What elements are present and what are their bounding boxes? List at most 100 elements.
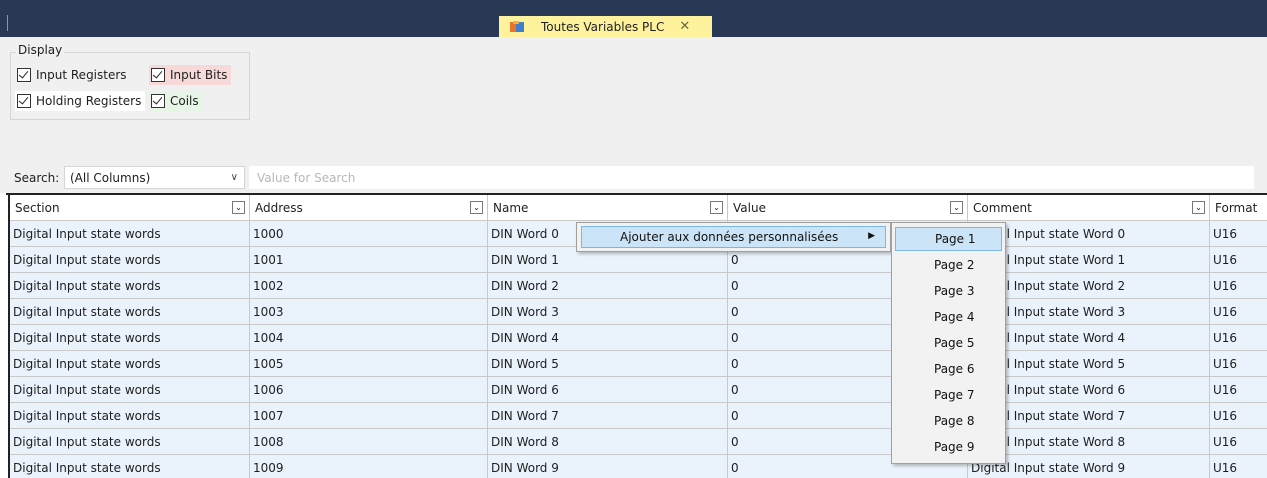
- checkbox-checked-icon[interactable]: [17, 68, 31, 82]
- checkbox-checked-icon[interactable]: [17, 94, 31, 108]
- cell-text: DIN Word 7: [491, 408, 559, 423]
- cell-address[interactable]: 1005: [250, 351, 488, 377]
- cell-section[interactable]: Digital Input state words: [10, 247, 250, 273]
- cell-name[interactable]: DIN Word 3: [488, 299, 728, 325]
- search-label: Search:: [14, 171, 60, 185]
- cell-text: DIN Word 3: [491, 304, 559, 319]
- cell-address[interactable]: 1002: [250, 273, 488, 299]
- submenu-item-page-6[interactable]: Page 6: [895, 357, 1002, 381]
- cell-format[interactable]: U16: [1210, 299, 1267, 325]
- cell-address[interactable]: 1008: [250, 429, 488, 455]
- cell-address[interactable]: 1009: [250, 455, 488, 478]
- submenu-item-page-4[interactable]: Page 4: [895, 305, 1002, 329]
- cell-text: DIN Word 4: [491, 330, 559, 345]
- checkbox-input-registers[interactable]: Input Registers: [15, 65, 131, 85]
- checkbox-input-bits[interactable]: Input Bits: [149, 65, 232, 85]
- cell-text: 1009: [253, 460, 284, 475]
- table-row[interactable]: Digital Input state words 1002 DIN Word 2 0…: [10, 273, 1267, 299]
- cell-text: 1005: [253, 356, 284, 371]
- table-row[interactable]: Digital Input state words 1007 DIN Word 7 0…: [10, 403, 1267, 429]
- cell-text: U16: [1213, 408, 1238, 423]
- cell-text: DIN Word 6: [491, 382, 559, 397]
- cell-section[interactable]: Digital Input state words: [10, 299, 250, 325]
- cell-format[interactable]: U16: [1210, 455, 1267, 478]
- column-header-name[interactable]: Name ⌄: [488, 195, 728, 220]
- cell-section[interactable]: Digital Input state words: [10, 273, 250, 299]
- grid-header: Section ⌄ Address ⌄ Name ⌄ Value ⌄ Comment ⌄ Forma…: [10, 195, 1267, 221]
- cell-text: 1004: [253, 330, 284, 345]
- cell-section[interactable]: Digital Input state words: [10, 403, 250, 429]
- column-header-format[interactable]: Format: [1210, 195, 1267, 220]
- submenu-item-page-8[interactable]: Page 8: [895, 409, 1002, 433]
- filter-dropdown-icon[interactable]: ⌄: [710, 201, 723, 214]
- cell-format[interactable]: U16: [1210, 351, 1267, 377]
- cell-name[interactable]: DIN Word 6: [488, 377, 728, 403]
- cell-format[interactable]: U16: [1210, 377, 1267, 403]
- cell-name[interactable]: DIN Word 9: [488, 455, 728, 478]
- cell-format[interactable]: U16: [1210, 429, 1267, 455]
- cell-section[interactable]: Digital Input state words: [10, 351, 250, 377]
- table-row[interactable]: Digital Input state words 1005 DIN Word 5 0…: [10, 351, 1267, 377]
- tab-toutes-variables-plc[interactable]: Toutes Variables PLC ✕: [499, 16, 712, 37]
- cell-address[interactable]: 1000: [250, 221, 488, 247]
- menu-item-add-to-custom-data[interactable]: Ajouter aux données personnalisées ▶: [581, 226, 886, 248]
- display-group-title: Display: [16, 43, 65, 57]
- checkbox-checked-icon[interactable]: [151, 68, 165, 82]
- cell-text: Digital Input state words: [13, 356, 161, 371]
- cell-format[interactable]: U16: [1210, 273, 1267, 299]
- search-column-select[interactable]: (All Columns) ∨: [64, 166, 245, 189]
- cell-section[interactable]: Digital Input state words: [10, 377, 250, 403]
- cell-format[interactable]: U16: [1210, 221, 1267, 247]
- cell-name[interactable]: DIN Word 5: [488, 351, 728, 377]
- close-icon[interactable]: ✕: [679, 19, 690, 34]
- cell-address[interactable]: 1006: [250, 377, 488, 403]
- table-row[interactable]: Digital Input state words 1004 DIN Word 4 0…: [10, 325, 1267, 351]
- submenu-item-page-7[interactable]: Page 7: [895, 383, 1002, 407]
- checkbox-holding-registers[interactable]: Holding Registers: [15, 91, 146, 111]
- filter-dropdown-icon[interactable]: ⌄: [950, 201, 963, 214]
- column-header-value[interactable]: Value ⌄: [728, 195, 968, 220]
- table-row[interactable]: Digital Input state words 1009 DIN Word 9 0…: [10, 455, 1267, 478]
- cell-address[interactable]: 1004: [250, 325, 488, 351]
- cell-section[interactable]: Digital Input state words: [10, 221, 250, 247]
- filter-dropdown-icon[interactable]: ⌄: [1192, 201, 1205, 214]
- submenu-item-page-2[interactable]: Page 2: [895, 253, 1002, 277]
- cell-name[interactable]: DIN Word 2: [488, 273, 728, 299]
- submenu-item-page-5[interactable]: Page 5: [895, 331, 1002, 355]
- filter-dropdown-icon[interactable]: ⌄: [232, 201, 245, 214]
- cell-text: DIN Word 9: [491, 460, 559, 475]
- cell-text: U16: [1213, 304, 1238, 319]
- cell-format[interactable]: U16: [1210, 247, 1267, 273]
- filter-dropdown-icon[interactable]: ⌄: [470, 201, 483, 214]
- chevron-down-icon[interactable]: ∨: [231, 172, 238, 183]
- cell-text: DIN Word 5: [491, 356, 559, 371]
- column-header-section[interactable]: Section ⌄: [10, 195, 250, 220]
- cell-section[interactable]: Digital Input state words: [10, 429, 250, 455]
- submenu-item-page-3[interactable]: Page 3: [895, 279, 1002, 303]
- checkbox-checked-icon[interactable]: [151, 94, 165, 108]
- cell-name[interactable]: DIN Word 7: [488, 403, 728, 429]
- cell-section[interactable]: Digital Input state words: [10, 325, 250, 351]
- table-row[interactable]: Digital Input state words 1006 DIN Word 6 0…: [10, 377, 1267, 403]
- checkbox-coils[interactable]: Coils: [149, 91, 203, 111]
- plc-variables-icon: [510, 20, 524, 33]
- search-input[interactable]: [249, 166, 1254, 189]
- cell-name[interactable]: DIN Word 8: [488, 429, 728, 455]
- cell-address[interactable]: 1003: [250, 299, 488, 325]
- cell-text: Digital Input state words: [13, 252, 161, 267]
- cell-address[interactable]: 1001: [250, 247, 488, 273]
- table-row[interactable]: Digital Input state words 1003 DIN Word 3 0…: [10, 299, 1267, 325]
- column-header-address[interactable]: Address ⌄: [250, 195, 488, 220]
- cell-text: DIN Word 2: [491, 278, 559, 293]
- cell-address[interactable]: 1007: [250, 403, 488, 429]
- submenu-item-page-1[interactable]: Page 1: [895, 227, 1002, 251]
- cell-section[interactable]: Digital Input state words: [10, 455, 250, 478]
- cell-format[interactable]: U16: [1210, 325, 1267, 351]
- table-row[interactable]: Digital Input state words 1008 DIN Word 8 0…: [10, 429, 1267, 455]
- cell-format[interactable]: U16: [1210, 403, 1267, 429]
- column-header-label: Section: [15, 200, 60, 215]
- column-header-comment[interactable]: Comment ⌄: [968, 195, 1210, 220]
- cell-name[interactable]: DIN Word 4: [488, 325, 728, 351]
- submenu-item-page-9[interactable]: Page 9: [895, 435, 1002, 459]
- cell-text: 0: [731, 330, 739, 345]
